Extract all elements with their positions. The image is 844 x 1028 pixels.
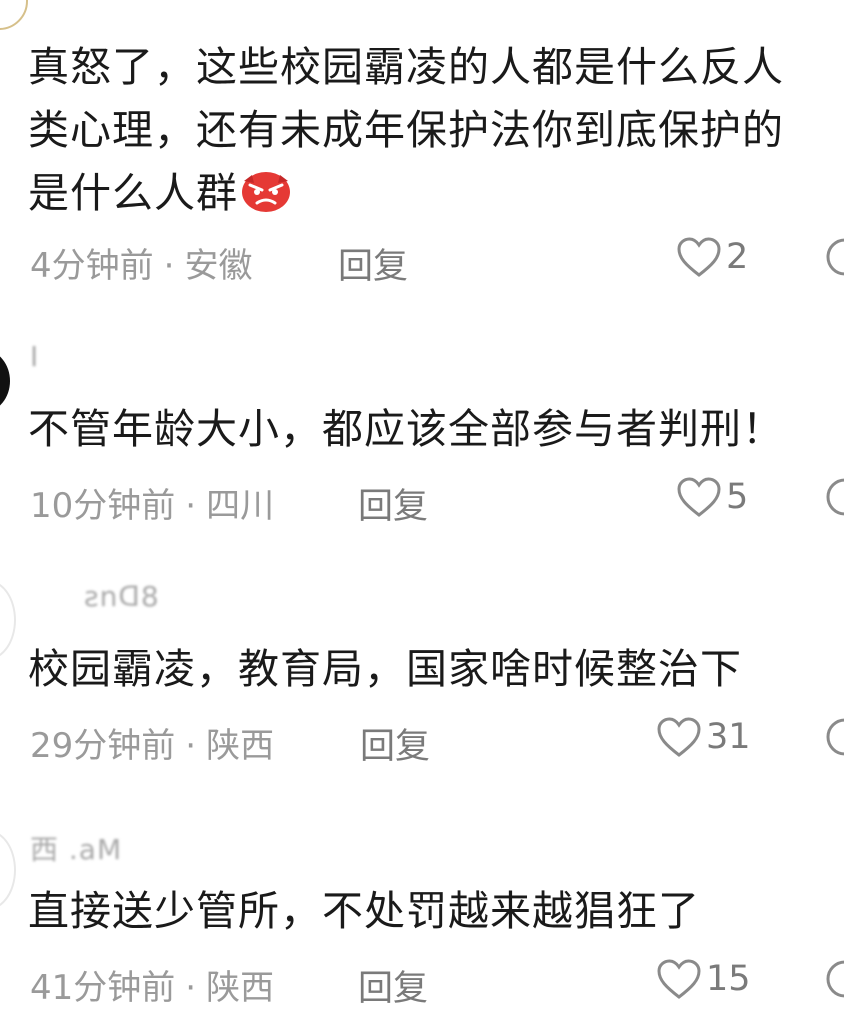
comment-location: 陕西	[206, 726, 275, 766]
comment-location: 陕西	[206, 968, 275, 1008]
heart-outline-icon	[657, 717, 701, 757]
comment-location: 安徽	[184, 246, 253, 286]
like-button[interactable]: 2	[676, 236, 748, 278]
heart-outline-icon	[657, 959, 701, 999]
avatar[interactable]	[0, 830, 16, 910]
comment-text-line: 直接送少管所，不处罚越来越猖狂了	[28, 887, 700, 935]
comment-meta: 41分钟前 · 陕西	[30, 960, 274, 1009]
reply-button[interactable]: 回复	[360, 718, 430, 769]
username[interactable]: 西 .aM	[30, 828, 122, 868]
comment-bubble-icon[interactable]	[824, 236, 844, 278]
comment-time: 10分钟前	[30, 486, 176, 526]
reply-button[interactable]: 回复	[338, 238, 408, 289]
comment-time: 41分钟前	[30, 968, 176, 1008]
comment-location: 四川	[206, 486, 275, 526]
comment-text: 校园霸凌，教育局，国家啥时候整治下	[28, 638, 742, 701]
comment-meta: 10分钟前 · 四川	[30, 478, 274, 527]
meta-separator: ·	[185, 726, 197, 766]
comment-text: 不管年龄大小，都应该全部参与者判刑！	[28, 398, 784, 461]
comment-meta: 4分钟前 · 安徽	[30, 238, 252, 287]
reply-button[interactable]: 回复	[358, 960, 428, 1011]
like-count: 2	[726, 237, 749, 277]
username[interactable]: ƨnᗡ8	[84, 580, 160, 613]
like-button[interactable]: 15	[656, 958, 751, 1000]
comment-text: 真怒了，这些校园霸凌的人都是什么反人 类心理，还有未成年保护法你到底保护的 是什…	[28, 36, 784, 225]
meta-separator: ·	[185, 968, 197, 1008]
like-count: 5	[726, 477, 749, 517]
like-count: 15	[706, 959, 751, 999]
comment-text-line: 是什么人群	[28, 162, 784, 225]
avatar[interactable]	[0, 350, 10, 412]
like-button[interactable]: 5	[676, 476, 748, 518]
comment-bubble-icon[interactable]	[824, 716, 844, 758]
comment-text-line: 校园霸凌，教育局，国家啥时候整治下	[28, 645, 742, 693]
heart-outline-icon	[677, 237, 721, 277]
comment-item: 真怒了，这些校园霸凌的人都是什么反人 类心理，还有未成年保护法你到底保护的 是什…	[0, 0, 844, 300]
comment-text-line: 类心理，还有未成年保护法你到底保护的	[28, 106, 784, 154]
like-button[interactable]: 31	[656, 716, 751, 758]
avatar[interactable]	[0, 580, 16, 660]
meta-separator: ·	[185, 486, 197, 526]
comment-text: 直接送少管所，不处罚越来越猖狂了	[28, 880, 700, 943]
comment-time: 29分钟前	[30, 726, 176, 766]
comment-text-line: 真怒了，这些校园霸凌的人都是什么反人	[28, 43, 784, 91]
comment-item: 西 .aM 直接送少管所，不处罚越来越猖狂了 41分钟前 · 陕西 回复 15	[0, 790, 844, 1028]
like-count: 31	[706, 717, 751, 757]
avatar[interactable]	[0, 0, 28, 30]
comment-bubble-icon[interactable]	[824, 958, 844, 1000]
meta-separator: ·	[163, 246, 175, 286]
username[interactable]: I	[30, 340, 39, 373]
comment-item: ƨnᗡ8 校园霸凌，教育局，国家啥时候整治下 29分钟前 · 陕西 回复 31	[0, 550, 844, 790]
comment-item: I 不管年龄大小，都应该全部参与者判刑！ 10分钟前 · 四川 回复 5	[0, 300, 844, 550]
comment-bubble-icon[interactable]	[824, 476, 844, 518]
comment-time: 4分钟前	[30, 246, 154, 286]
heart-outline-icon	[677, 477, 721, 517]
angry-face-emoji	[242, 172, 290, 212]
comment-meta: 29分钟前 · 陕西	[30, 718, 274, 767]
comment-text-line: 不管年龄大小，都应该全部参与者判刑！	[28, 405, 784, 453]
reply-button[interactable]: 回复	[358, 478, 428, 529]
